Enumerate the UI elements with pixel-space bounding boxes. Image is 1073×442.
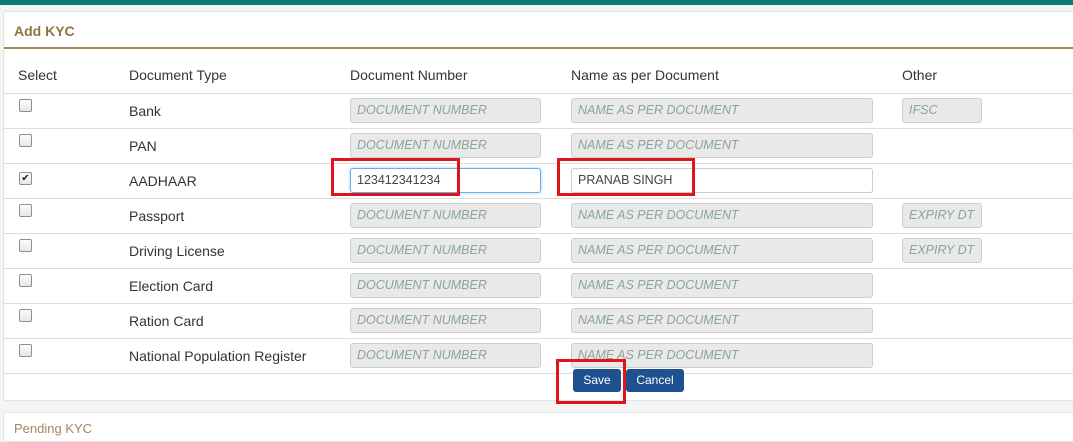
document-type-label: Election Card	[129, 268, 350, 304]
document-type-label: AADHAAR	[129, 163, 350, 199]
select-cell	[4, 93, 129, 129]
name-cell: NAME AS PER DOCUMENT	[571, 338, 902, 374]
document-type-label: Driving License	[129, 233, 350, 269]
select-checkbox[interactable]	[19, 133, 32, 147]
document-number-input[interactable]: 123412341234	[350, 168, 541, 193]
header-other: Other	[902, 49, 1073, 94]
document-number-cell: DOCUMENT NUMBER	[350, 268, 571, 304]
document-number-input[interactable]: DOCUMENT NUMBER	[350, 133, 541, 158]
name-as-per-document-input[interactable]: NAME AS PER DOCUMENT	[571, 343, 873, 368]
name-as-per-document-input[interactable]: PRANAB SINGH	[571, 168, 873, 193]
name-cell: NAME AS PER DOCUMENT	[571, 198, 902, 234]
document-type-label: Bank	[129, 93, 350, 129]
select-cell	[4, 198, 129, 234]
document-type-label: Passport	[129, 198, 350, 234]
document-type-label: National Population Register	[129, 338, 350, 374]
document-number-cell: DOCUMENT NUMBER	[350, 93, 571, 129]
other-cell	[902, 163, 1073, 199]
table-row: PAN DOCUMENT NUMBER NAME AS PER DOCUMENT	[4, 128, 1073, 164]
name-cell: NAME AS PER DOCUMENT	[571, 128, 902, 164]
other-cell	[902, 303, 1073, 339]
document-number-cell: DOCUMENT NUMBER	[350, 198, 571, 234]
add-kyc-panel: Add KYC Select Document Type Document Nu…	[3, 11, 1073, 401]
select-cell	[4, 303, 129, 339]
table-header-row: Select Document Type Document Number Nam…	[4, 49, 1073, 94]
table-row: National Population Register DOCUMENT NUM…	[4, 338, 1073, 374]
select-cell	[4, 233, 129, 269]
name-as-per-document-input[interactable]: NAME AS PER DOCUMENT	[571, 273, 873, 298]
name-cell: NAME AS PER DOCUMENT	[571, 93, 902, 129]
panel-title: Add KYC	[4, 12, 1073, 49]
select-checkbox[interactable]	[19, 308, 32, 322]
header-select: Select	[4, 49, 129, 94]
document-number-input[interactable]: DOCUMENT NUMBER	[350, 308, 541, 333]
select-checkbox[interactable]	[19, 238, 32, 252]
name-as-per-document-input[interactable]: NAME AS PER DOCUMENT	[571, 203, 873, 228]
select-checkbox[interactable]	[19, 98, 32, 112]
document-number-cell: DOCUMENT NUMBER	[350, 338, 571, 374]
header-document-number: Document Number	[350, 49, 571, 94]
document-number-input[interactable]: DOCUMENT NUMBER	[350, 98, 541, 123]
select-checkbox[interactable]	[19, 343, 32, 357]
other-cell	[902, 268, 1073, 304]
other-cell	[902, 338, 1073, 374]
pending-kyc-panel: Pending KYC	[3, 412, 1073, 442]
name-cell: PRANAB SINGH	[571, 163, 902, 199]
document-number-input[interactable]: DOCUMENT NUMBER	[350, 238, 541, 263]
select-cell: ✔	[4, 163, 129, 199]
select-checkbox[interactable]: ✔	[19, 172, 32, 185]
select-checkbox[interactable]	[19, 203, 32, 217]
table-row: Passport DOCUMENT NUMBER NAME AS PER DOCUM…	[4, 198, 1073, 234]
top-accent-bar	[0, 0, 1073, 5]
name-cell: NAME AS PER DOCUMENT	[571, 303, 902, 339]
table-row: ✔ AADHAAR 123412341234 PRANAB SINGH	[4, 163, 1073, 199]
document-number-cell: 123412341234	[350, 163, 571, 199]
select-checkbox[interactable]	[19, 273, 32, 287]
table-row: Bank DOCUMENT NUMBER NAME AS PER DOCUMENT I…	[4, 93, 1073, 129]
name-as-per-document-input[interactable]: NAME AS PER DOCUMENT	[571, 308, 873, 333]
select-cell	[4, 268, 129, 304]
document-type-label: Ration Card	[129, 303, 350, 339]
name-cell: NAME AS PER DOCUMENT	[571, 233, 902, 269]
pending-kyc-title: Pending KYC	[14, 421, 93, 436]
document-type-label: PAN	[129, 128, 350, 164]
cancel-button[interactable]: Cancel	[626, 369, 684, 392]
document-number-input[interactable]: DOCUMENT NUMBER	[350, 343, 541, 368]
other-input[interactable]: IFSC	[902, 98, 982, 123]
select-cell	[4, 128, 129, 164]
document-number-cell: DOCUMENT NUMBER	[350, 233, 571, 269]
document-number-cell: DOCUMENT NUMBER	[350, 303, 571, 339]
save-button[interactable]: Save	[573, 369, 621, 392]
select-cell	[4, 338, 129, 374]
table-row: Driving License DOCUMENT NUMBER NAME AS PE…	[4, 233, 1073, 269]
other-cell: EXPIRY DT	[902, 198, 1073, 234]
table-row: Ration Card DOCUMENT NUMBER NAME AS PER DO…	[4, 303, 1073, 339]
document-number-cell: DOCUMENT NUMBER	[350, 128, 571, 164]
header-name-as-per-document: Name as per Document	[571, 49, 902, 94]
table-row: Election Card DOCUMENT NUMBER NAME AS PER …	[4, 268, 1073, 304]
header-document-type: Document Type	[129, 49, 350, 94]
name-cell: NAME AS PER DOCUMENT	[571, 268, 902, 304]
name-as-per-document-input[interactable]: NAME AS PER DOCUMENT	[571, 133, 873, 158]
other-cell: IFSC	[902, 93, 1073, 129]
document-number-input[interactable]: DOCUMENT NUMBER	[350, 203, 541, 228]
other-input[interactable]: EXPIRY DT	[902, 203, 982, 228]
document-number-input[interactable]: DOCUMENT NUMBER	[350, 273, 541, 298]
other-cell: EXPIRY DT	[902, 233, 1073, 269]
other-input[interactable]: EXPIRY DT	[902, 238, 982, 263]
kyc-table: Select Document Type Document Number Nam…	[4, 49, 1073, 374]
other-cell	[902, 128, 1073, 164]
name-as-per-document-input[interactable]: NAME AS PER DOCUMENT	[571, 98, 873, 123]
name-as-per-document-input[interactable]: NAME AS PER DOCUMENT	[571, 238, 873, 263]
